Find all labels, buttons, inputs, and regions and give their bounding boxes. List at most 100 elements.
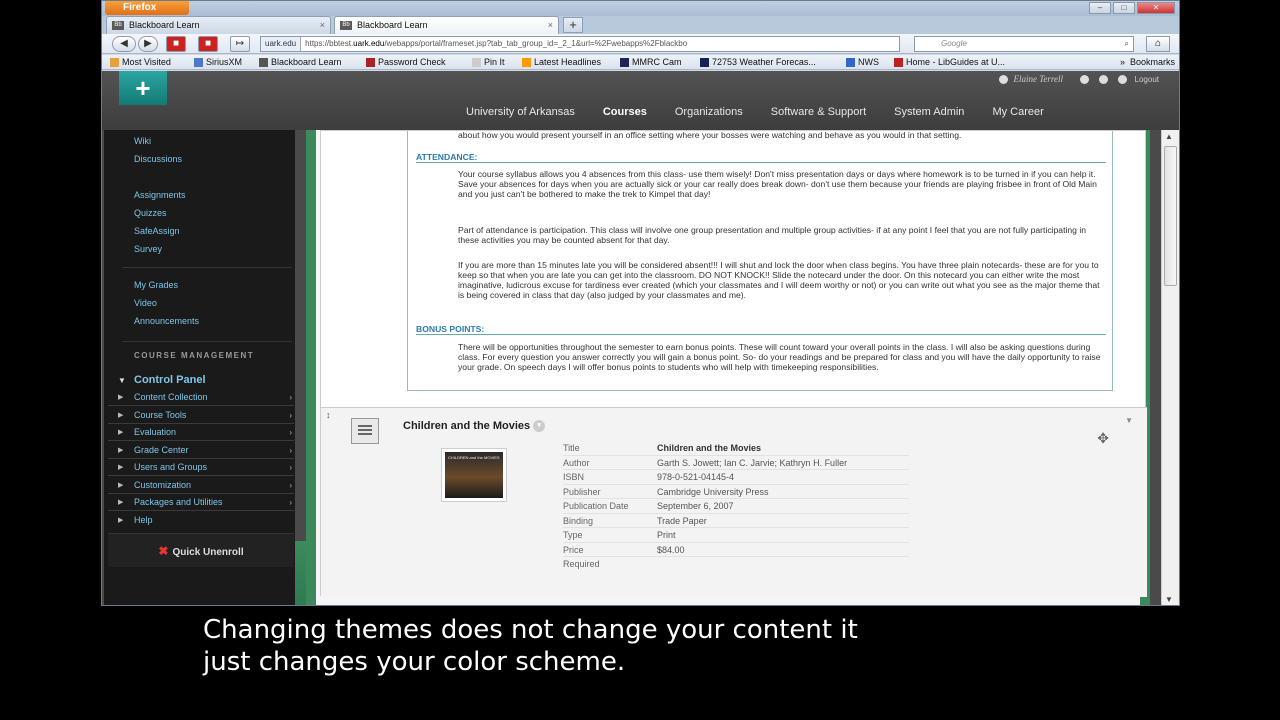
control-panel-course-tools[interactable]: ▶ Course Tools › xyxy=(108,407,294,424)
bookmark-item[interactable]: MMRC Cam xyxy=(620,56,682,69)
tab-close-icon[interactable]: × xyxy=(548,17,553,34)
forward-button[interactable]: ▶ xyxy=(138,36,158,52)
table-row: ISBN 978-0-521-04145-4 xyxy=(563,470,909,485)
course-menu-video[interactable]: Video xyxy=(134,298,157,308)
browser-tab-2[interactable]: Bb Blackboard Learn × xyxy=(334,16,559,34)
content-area: about how you would present yourself in … xyxy=(306,130,1150,605)
maximize-icon[interactable]: □ xyxy=(1113,2,1135,14)
table-row: Author Garth S. Jowett; Ian C. Jarvie; Ka… xyxy=(563,456,909,470)
bookmark-icon[interactable]: ■ xyxy=(166,36,186,52)
user-name[interactable]: Elaine Terrell xyxy=(1013,74,1063,84)
course-menu-my-grades[interactable]: My Grades xyxy=(134,280,178,290)
blackboard-page: + Elaine Terrell Logout University of Ar… xyxy=(102,71,1179,605)
firefox-menu-button[interactable]: Firefox xyxy=(105,1,189,15)
minimize-icon[interactable]: – xyxy=(1089,2,1111,14)
url-prefix: https://bbtest. xyxy=(305,39,354,48)
triangle-right-icon: ▶ xyxy=(118,394,124,401)
attendance-paragraph-3: If you are more than 15 minutes late you… xyxy=(458,260,1100,300)
control-panel-help[interactable]: ▶ Help xyxy=(108,512,294,529)
bookmark-item[interactable]: 72753 Weather Forecas... xyxy=(700,56,816,69)
book-cover-image: CHILDREN and the MOVIES xyxy=(441,448,507,502)
page-scrollbar[interactable]: ▲ ▼ xyxy=(1161,130,1179,605)
control-panel-packages-and-utilities[interactable]: ▶ Packages and Utilities › xyxy=(108,494,294,511)
bookmark-item[interactable]: SiriusXM xyxy=(194,56,242,69)
blackboard-icon xyxy=(259,58,268,67)
scroll-thumb[interactable] xyxy=(1164,146,1177,286)
control-panel-users-and-groups[interactable]: ▶ Users and Groups › xyxy=(108,459,294,476)
bookmark-item[interactable]: Password Check xyxy=(366,56,446,69)
caption-line-2: just changes your color scheme. xyxy=(203,647,626,677)
tab-organizations[interactable]: Organizations xyxy=(661,106,757,118)
back-button[interactable]: ◀ xyxy=(112,36,136,52)
search-placeholder: Google xyxy=(941,39,967,48)
tab-courses[interactable]: Courses xyxy=(589,106,661,118)
chevron-down-icon[interactable]: ▾ xyxy=(533,420,546,433)
course-menu-announcements[interactable]: Announcements xyxy=(134,316,199,326)
course-menu-discussions[interactable]: Discussions xyxy=(134,154,182,164)
person-icon[interactable] xyxy=(1080,75,1090,85)
search-input[interactable]: Google ⌕ xyxy=(914,36,1134,52)
search-icon[interactable]: ⌕ xyxy=(1125,37,1129,51)
address-bar[interactable]: uark.edu https://bbtest.uark.edu/webapps/… xyxy=(260,36,900,52)
chevron-right-icon: › xyxy=(289,411,292,420)
book-cover-title: CHILDREN and the MOVIES xyxy=(448,455,500,460)
page-icon xyxy=(472,58,481,67)
browser-window: Firefox – □ ✕ Bb Blackboard Learn × Bb B… xyxy=(101,0,1180,606)
section-divider xyxy=(416,334,1106,335)
browser-tab-1[interactable]: Bb Blackboard Learn × xyxy=(106,16,331,34)
triangle-right-icon: ▶ xyxy=(118,429,124,436)
tab-close-icon[interactable]: × xyxy=(320,17,325,34)
bookmark-item[interactable]: Pin It xyxy=(472,56,505,69)
triangle-right-icon: ▶ xyxy=(118,447,124,454)
scroll-down-icon[interactable]: ▼ xyxy=(1165,595,1173,604)
help-icon[interactable] xyxy=(1118,75,1128,85)
user-area: Elaine Terrell Logout xyxy=(994,74,1159,85)
video-caption: Changing themes does not change your con… xyxy=(203,614,1143,678)
chevron-right-icon: › xyxy=(289,481,292,490)
textbook-item: ↕ Children and the Movies ▾ ▼ ✥ CHILDREN … xyxy=(321,407,1147,597)
control-panel-evaluation[interactable]: ▶ Evaluation › xyxy=(108,424,294,441)
course-menu-survey[interactable]: Survey xyxy=(134,244,162,254)
control-panel-customization[interactable]: ▶ Customization › xyxy=(108,477,294,494)
triangle-down-icon[interactable]: ▼ xyxy=(1125,416,1133,425)
tab-label: Blackboard Learn xyxy=(357,20,428,30)
scroll-up-icon[interactable]: ▲ xyxy=(1165,132,1173,141)
site-identity-badge[interactable]: uark.edu xyxy=(261,37,302,51)
control-panel-toggle[interactable]: ▼ Control Panel xyxy=(108,372,294,389)
window-controls: – □ ✕ xyxy=(1089,2,1175,14)
control-panel-grade-center[interactable]: ▶ Grade Center › xyxy=(108,442,294,459)
new-tab-button[interactable]: + xyxy=(563,17,583,33)
bonus-points-paragraph: There will be opportunities throughout t… xyxy=(458,342,1101,372)
bookmark-item[interactable]: Home - LibGuides at U... xyxy=(894,56,1005,69)
content-panel: about how you would present yourself in … xyxy=(320,130,1147,597)
table-row: Publication Date September 6, 2007 xyxy=(563,499,909,514)
move-icon[interactable]: ✥ xyxy=(1097,430,1109,447)
quick-unenroll-button[interactable]: ✖ Quick Unenroll xyxy=(108,533,294,567)
course-menu-quizzes[interactable]: Quizzes xyxy=(134,208,167,218)
close-icon[interactable]: ✕ xyxy=(1137,2,1175,14)
bookmarks-menu-label: Bookmarks xyxy=(1129,57,1175,67)
tab-university-of-arkansas[interactable]: University of Arkansas xyxy=(452,106,589,118)
bookmark-item[interactable]: NWS xyxy=(846,56,879,69)
control-panel-content-collection[interactable]: ▶ Content Collection › xyxy=(108,389,294,406)
home-icon[interactable]: ⌂ xyxy=(1146,36,1170,52)
add-menu-item-button[interactable]: + xyxy=(119,71,167,105)
bookmark-item[interactable]: Latest Headlines xyxy=(522,56,601,69)
share-icon[interactable]: ↦ xyxy=(230,36,250,52)
bookmarks-menu[interactable]: » Bookmarks xyxy=(1120,56,1175,69)
item-title[interactable]: Children and the Movies ▾ xyxy=(403,420,546,433)
home-icon[interactable] xyxy=(1099,75,1109,85)
tab-my-career[interactable]: My Career xyxy=(978,106,1057,118)
course-menu-assignments[interactable]: Assignments xyxy=(134,190,186,200)
bookmark-item[interactable]: Blackboard Learn xyxy=(259,56,342,69)
bookmark-item[interactable]: Most Visited xyxy=(110,56,171,69)
logout-link[interactable]: Logout xyxy=(1135,75,1159,84)
course-menu-wiki[interactable]: Wiki xyxy=(134,136,151,146)
course-menu-safeassign[interactable]: SafeAssign xyxy=(134,226,180,236)
pdf-icon[interactable]: ■ xyxy=(198,36,218,52)
drag-handle-icon[interactable]: ↕ xyxy=(326,410,331,420)
tab-system-admin[interactable]: System Admin xyxy=(880,106,978,118)
navigation-toolbar: ◀ ▶ ■ ■ ↦ uark.edu https://bbtest.uark.ed… xyxy=(102,34,1179,54)
table-row: Type Print xyxy=(563,528,909,543)
tab-software-support[interactable]: Software & Support xyxy=(757,106,880,118)
